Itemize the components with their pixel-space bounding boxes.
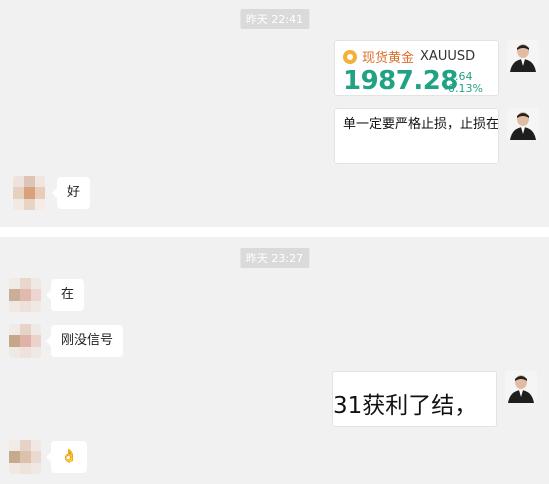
message-bubble-left[interactable]: 好	[51, 177, 91, 209]
avatar[interactable]	[9, 278, 41, 312]
quote-change: -2.64 -0.13%	[444, 71, 483, 95]
message-text: 31获利了结，	[333, 393, 478, 419]
message-bubble-right[interactable]: 31获利了结，	[332, 371, 497, 427]
avatar[interactable]	[9, 440, 41, 474]
quote-change-percent: -0.13%	[444, 82, 483, 95]
message-bubble-left[interactable]: 👌	[45, 441, 88, 473]
timestamp: 昨天 23:27	[239, 248, 310, 268]
message-bubble-right[interactable]: 单一定要严格止损，止损在	[334, 108, 499, 164]
chat-panel-lower: 昨天 23:27 在 刚没信号 31获利了结， 👌	[0, 237, 549, 484]
message-text: 好	[67, 185, 81, 200]
quote-card[interactable]: 现货黄金 XAUUSD 1987.28 -2.64 -0.13%	[334, 40, 499, 96]
quote-symbol: XAUUSD	[420, 49, 476, 64]
gold-coin-icon	[343, 49, 357, 64]
message-bubble-left[interactable]: 在	[45, 279, 85, 311]
ok-hand-emoji: 👌	[61, 449, 78, 464]
quote-header: 现货黄金 XAUUSD	[343, 47, 475, 66]
message-text: 刚没信号	[61, 333, 114, 348]
avatar[interactable]	[13, 176, 45, 210]
message-bubble-left[interactable]: 刚没信号	[45, 325, 124, 357]
message-text: 在	[61, 287, 75, 302]
avatar[interactable]	[9, 324, 41, 358]
avatar[interactable]	[505, 371, 537, 403]
message-text: 单一定要严格止损，止损在	[342, 117, 499, 132]
divider	[0, 227, 549, 237]
quote-name: 现货黄金	[362, 51, 415, 66]
timestamp: 昨天 22:41	[239, 9, 310, 29]
quote-price: 1987.28	[343, 66, 458, 96]
chat-panel-upper: 昨天 22:41 现货黄金 XAUUSD 1987.28 -2.64 -0.13…	[0, 0, 549, 227]
avatar[interactable]	[507, 108, 539, 140]
avatar[interactable]	[507, 40, 539, 72]
